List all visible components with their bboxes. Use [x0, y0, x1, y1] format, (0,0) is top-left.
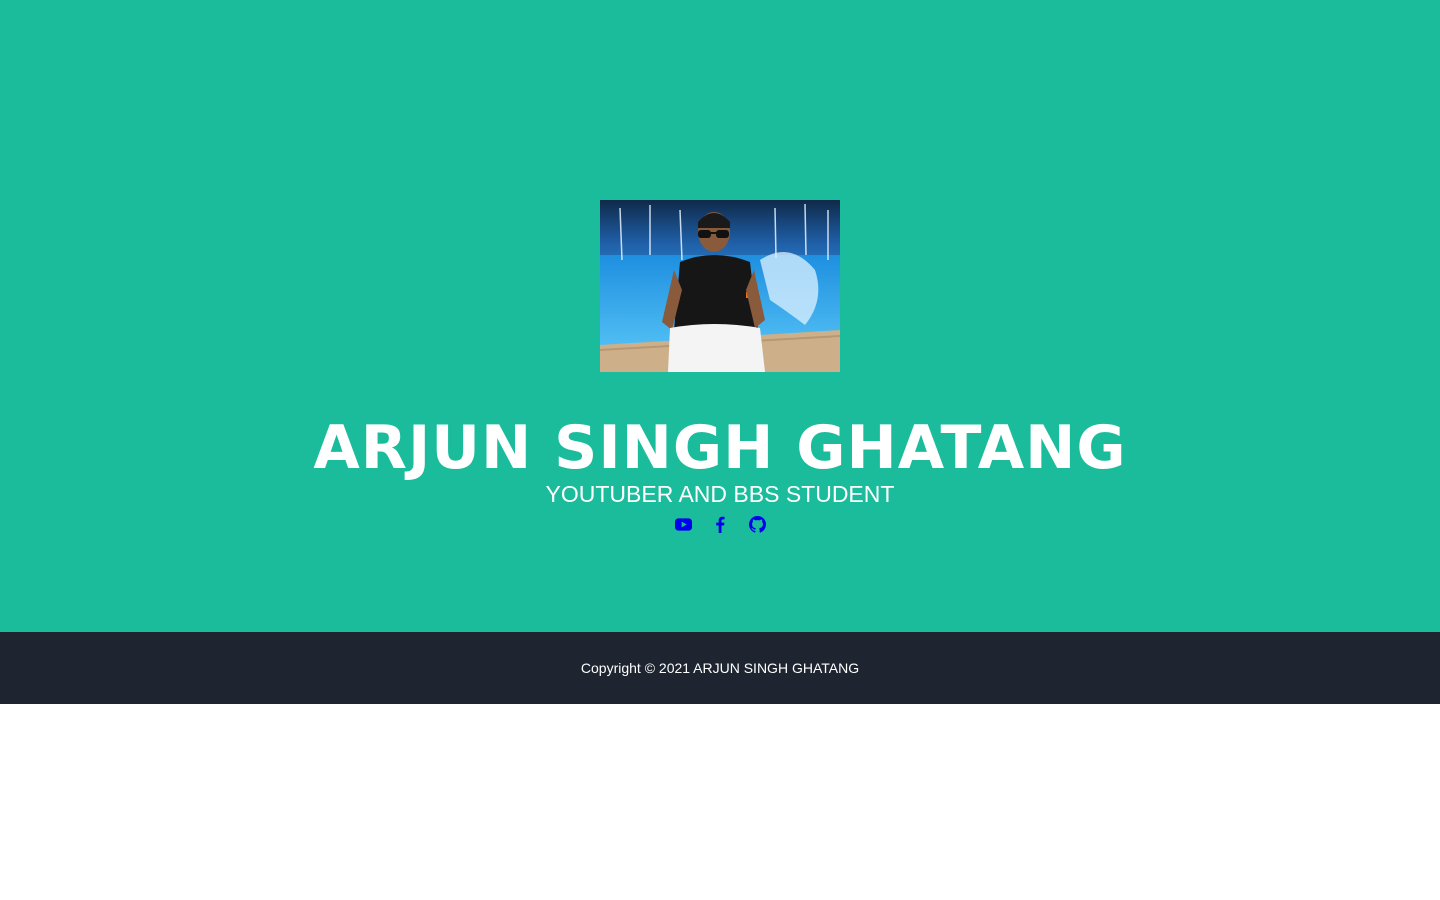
facebook-icon [716, 516, 725, 533]
github-link[interactable] [748, 515, 766, 533]
avatar-photo [600, 200, 840, 372]
page-blank-area [0, 704, 1440, 900]
github-icon [748, 515, 766, 533]
facebook-link[interactable] [712, 516, 729, 533]
page-title: ARJUN SINGH GHATANG [313, 413, 1127, 483]
copyright-text: Copyright © 2021 ARJUN SINGH GHATANG [580, 660, 860, 676]
footer: Copyright © 2021 ARJUN SINGH GHATANG [0, 632, 1440, 704]
masthead: ARJUN SINGH GHATANG YOUTUBER AND BBS STU… [0, 0, 1440, 632]
social-links [0, 514, 1440, 534]
youtube-link[interactable] [674, 516, 692, 533]
tagline: YOUTUBER AND BBS STUDENT [545, 481, 895, 507]
youtube-icon [674, 517, 692, 531]
